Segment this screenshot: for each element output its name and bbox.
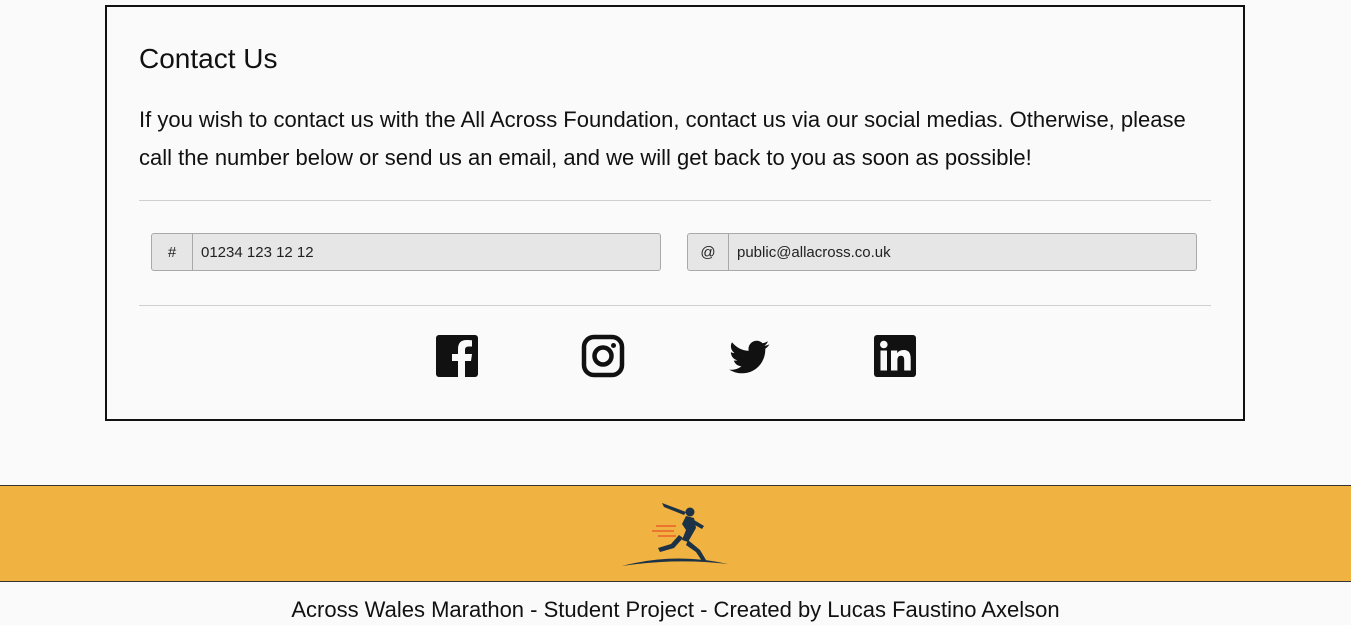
footer-band — [0, 485, 1351, 582]
contact-card: Contact Us If you wish to contact us wit… — [105, 5, 1245, 421]
at-icon: @ — [688, 234, 729, 270]
divider — [139, 200, 1211, 201]
email-input[interactable] — [729, 234, 1196, 270]
contact-description: If you wish to contact us with the All A… — [139, 107, 1186, 170]
divider — [139, 305, 1211, 306]
twitter-icon — [729, 340, 770, 374]
phone-input[interactable] — [193, 234, 660, 270]
linkedin-link[interactable] — [873, 334, 917, 378]
facebook-icon — [436, 335, 478, 378]
email-field: @ — [687, 233, 1197, 271]
runner-logo — [622, 503, 728, 566]
instagram-icon — [581, 334, 625, 378]
twitter-link[interactable] — [727, 334, 771, 378]
hash-icon: # — [152, 234, 193, 270]
linkedin-icon — [874, 335, 916, 377]
instagram-link[interactable] — [581, 334, 625, 378]
facebook-link[interactable] — [435, 334, 479, 378]
page: Contact Us If you wish to contact us wit… — [0, 0, 1351, 625]
footer-credit: Across Wales Marathon - Student Project … — [291, 597, 1060, 622]
phone-field: # — [151, 233, 661, 271]
social-links — [107, 334, 1243, 378]
contact-title: Contact Us — [139, 43, 278, 74]
